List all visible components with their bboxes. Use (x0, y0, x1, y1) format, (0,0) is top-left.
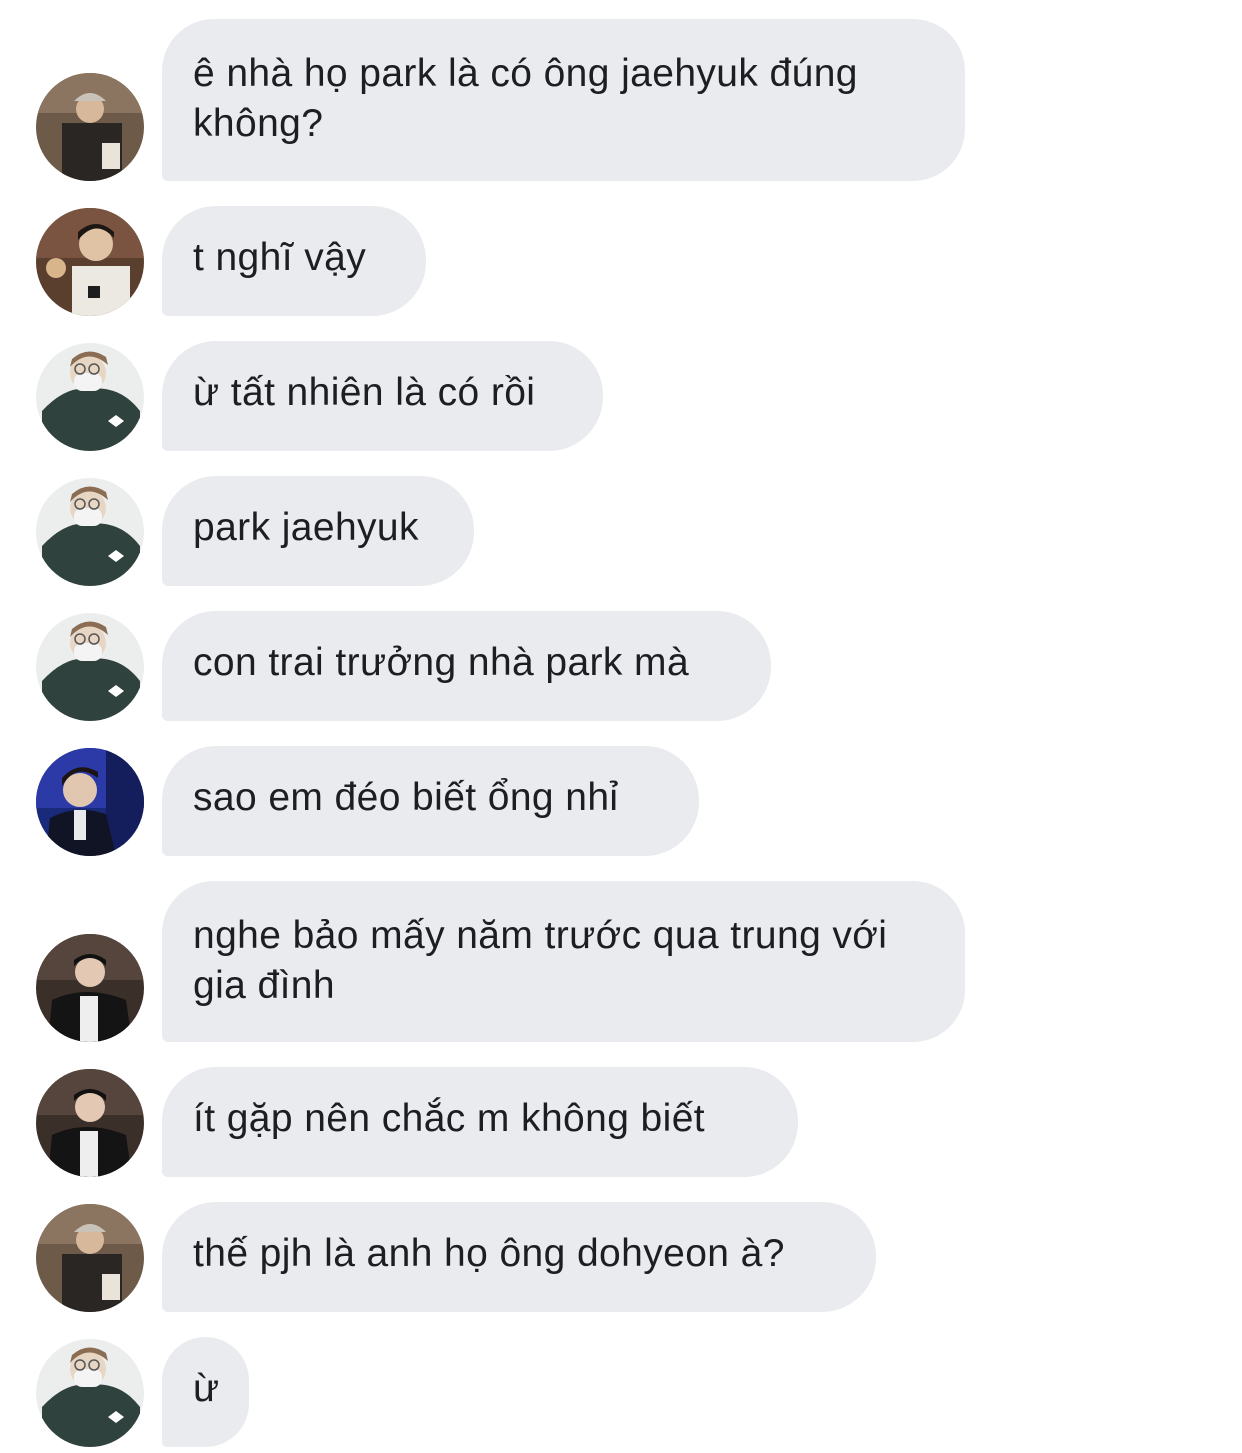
message-bubble[interactable]: thế pjh là anh họ ông dohyeon à? (162, 1202, 876, 1312)
message-bubble[interactable]: nghe bảo mấy năm trước qua trung với gia… (162, 881, 965, 1042)
message-bubble[interactable]: ê nhà họ park là có ông jaehyuk đúng khô… (162, 19, 965, 181)
avatar-seated-man-icon[interactable] (36, 208, 144, 316)
message-bubble[interactable]: ừ (162, 1337, 249, 1447)
message-bubble[interactable]: sao em đéo biết ổng nhỉ (162, 746, 699, 856)
message-bubble[interactable]: park jaehyuk (162, 476, 474, 586)
avatar-cap-man-icon[interactable] (36, 1204, 144, 1312)
avatar-masked-man-icon[interactable] (36, 1339, 144, 1447)
message-bubble[interactable]: con trai trưởng nhà park mà (162, 611, 771, 721)
message-bubble[interactable]: t nghĩ vậy (162, 206, 426, 316)
avatar-masked-man-icon[interactable] (36, 478, 144, 586)
message-bubble[interactable]: ừ tất nhiên là có rồi (162, 341, 603, 451)
avatar-black-jacket-man-icon[interactable] (36, 1069, 144, 1177)
avatar-blue-stage-man-icon[interactable] (36, 748, 144, 856)
avatar-masked-man-icon[interactable] (36, 613, 144, 721)
avatar-cap-man-icon[interactable] (36, 73, 144, 181)
avatar-black-jacket-man-icon[interactable] (36, 934, 144, 1042)
message-bubble[interactable]: ít gặp nên chắc m không biết (162, 1067, 798, 1177)
avatar-masked-man-icon[interactable] (36, 343, 144, 451)
message-thread: ê nhà họ park là có ông jaehyuk đúng khô… (0, 0, 1242, 1453)
